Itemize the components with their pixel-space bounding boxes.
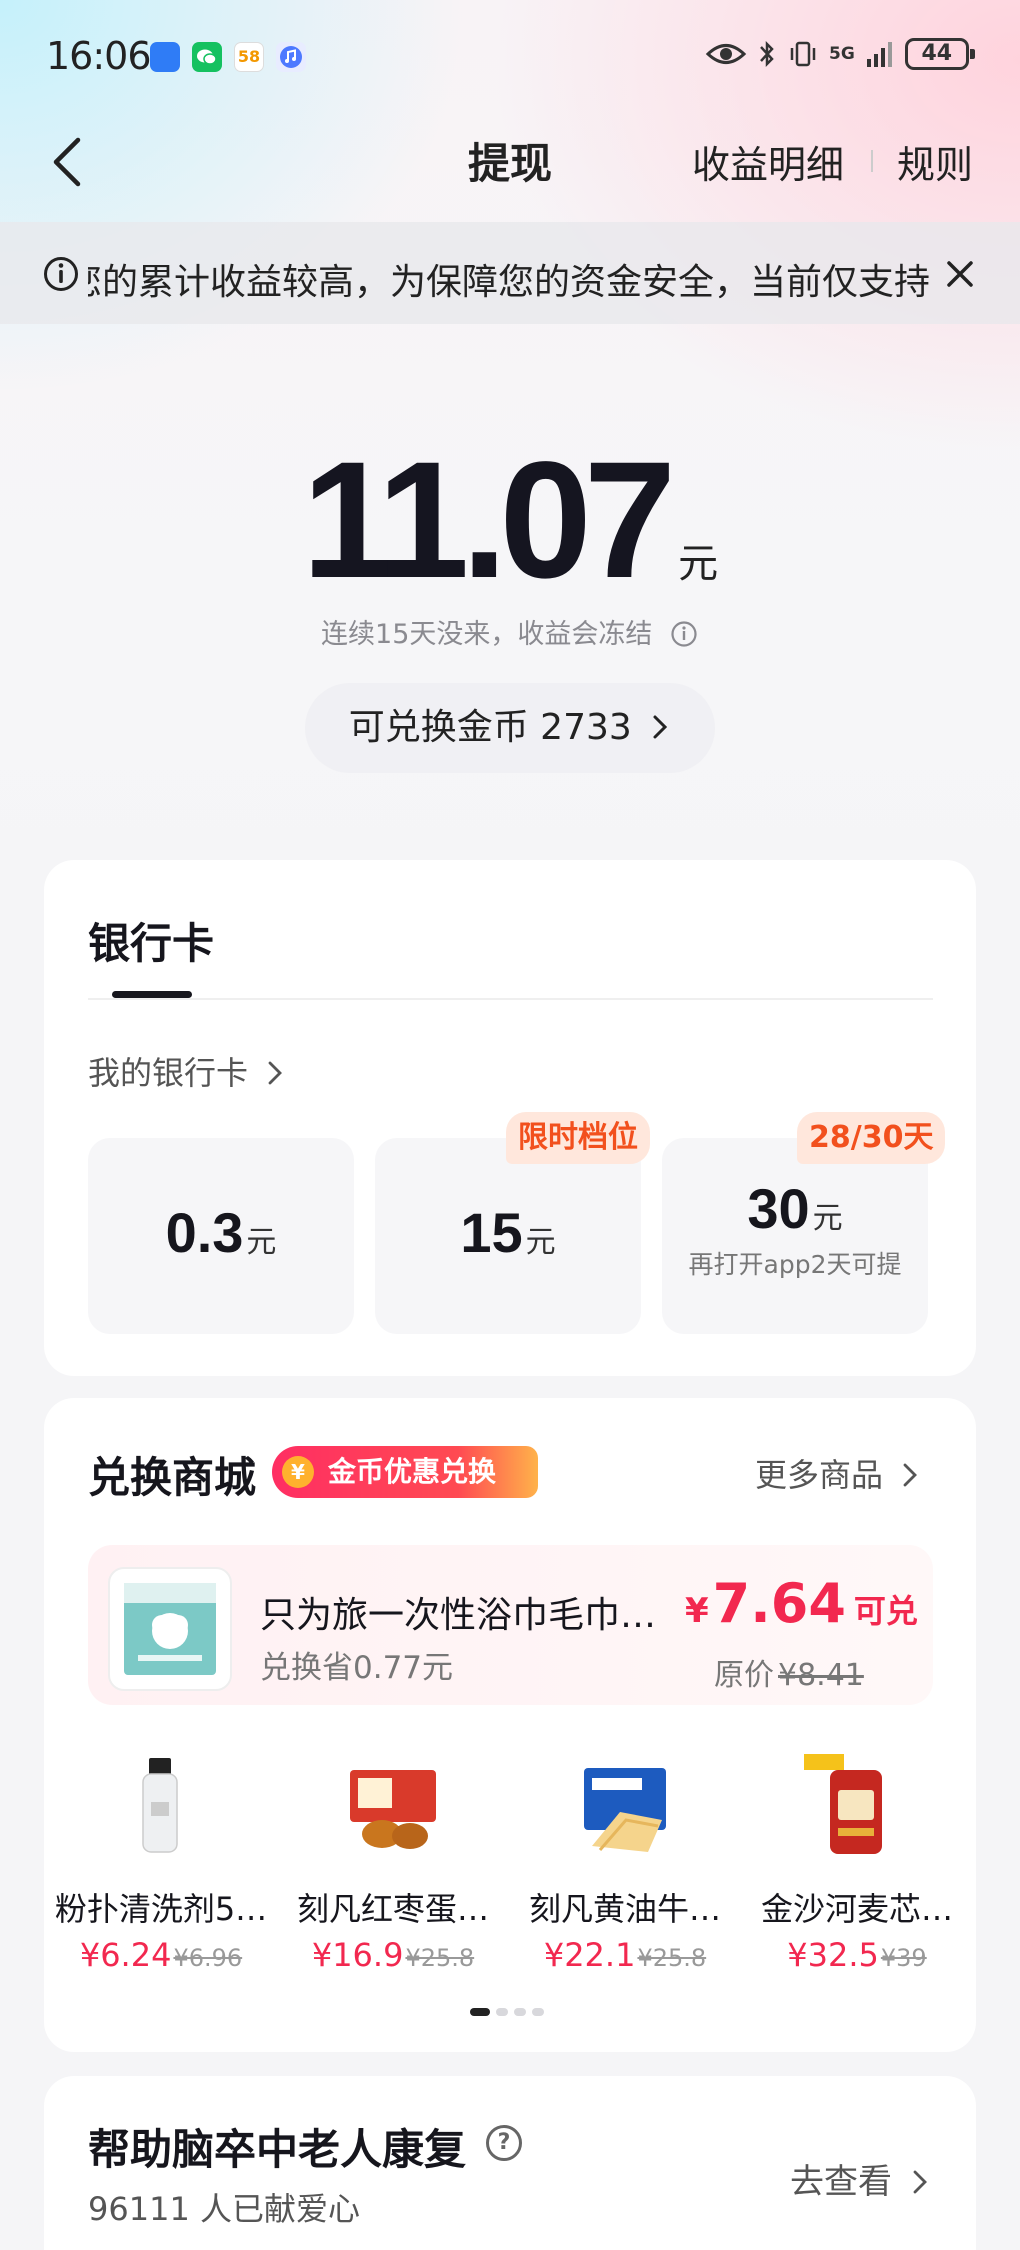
freeze-note: 连续15天没来，收益会冻结 xyxy=(0,612,1020,651)
option-value: 30 xyxy=(747,1177,810,1240)
product-image[interactable] xyxy=(800,1750,910,1860)
battery-indicator: 44 xyxy=(904,38,975,70)
pager-dot xyxy=(470,2008,490,2016)
eye-icon xyxy=(705,44,747,64)
coin-icon: ¥ xyxy=(282,1456,314,1488)
nav-divider xyxy=(871,150,873,172)
option-value: 0.3 xyxy=(165,1201,244,1264)
chevron-right-icon xyxy=(913,2170,927,2194)
product-current-price: ¥16.9 xyxy=(311,1936,404,1974)
wechat-icon xyxy=(192,42,222,72)
donor-count: 96111 人已献爱心 xyxy=(88,2190,360,2228)
product-price: ¥6.24¥6.96 xyxy=(48,1936,274,1974)
product-original-price: ¥39 xyxy=(880,1944,927,1972)
product-name: 刻凡红枣蛋… xyxy=(296,1890,489,1928)
withdraw-option-0.3[interactable]: 0.3 元 xyxy=(88,1138,354,1334)
original-price-label: 原价 xyxy=(714,1658,774,1693)
product-image[interactable] xyxy=(105,1750,215,1860)
carousel-pager xyxy=(470,2008,544,2016)
featured-original-price: 原价 ¥8.41 xyxy=(714,1650,864,1694)
product-price: ¥16.9¥25.8 xyxy=(280,1936,506,1974)
rules-link[interactable]: 规则 xyxy=(897,134,973,189)
balance-unit: 元 xyxy=(678,541,719,587)
price-currency: ¥ xyxy=(685,1591,709,1631)
product-price: ¥32.5¥39 xyxy=(744,1936,970,1974)
product-original-price: ¥25.8 xyxy=(405,1944,475,1972)
featured-product-image xyxy=(108,1567,232,1691)
income-detail-link[interactable]: 收益明细 xyxy=(692,134,844,189)
signal-icon xyxy=(866,42,892,67)
status-icons: 5G 44 xyxy=(705,38,975,70)
limited-tier-badge: 限时档位 xyxy=(506,1112,650,1164)
exchange-coins-button[interactable]: 可兑换金币 2733 xyxy=(305,683,715,773)
featured-product-name: 只为旅一次性浴巾毛巾… xyxy=(260,1595,657,1636)
product-original-price: ¥25.8 xyxy=(637,1944,707,1972)
58-icon: 58 xyxy=(234,42,264,72)
option-condition: 再打开app2天可提 xyxy=(688,1250,902,1279)
notice-text-content: 您的累计收益较高，为保障您的资金安全，当前仅支持 xyxy=(88,262,931,301)
notice-close-button[interactable] xyxy=(940,254,980,294)
page-title: 提现 xyxy=(467,139,552,188)
withdraw-option-15[interactable]: 15 元 xyxy=(375,1138,641,1334)
option-unit: 元 xyxy=(812,1201,843,1236)
option-unit: 元 xyxy=(525,1225,556,1260)
product-current-price: ¥32.5 xyxy=(787,1936,879,1974)
balance-amount: 11.07 元 xyxy=(0,438,1020,604)
product-current-price: ¥22.1 xyxy=(543,1936,636,1974)
my-bank-cards-link[interactable]: 我的银行卡 xyxy=(88,1048,286,1094)
progress-days-badge: 28/30天 xyxy=(797,1112,946,1164)
balance-value: 11.07 xyxy=(301,428,676,613)
tab-divider xyxy=(88,998,933,1000)
chevron-right-icon xyxy=(268,1061,283,1085)
chevron-right-icon xyxy=(653,715,668,739)
exchange-coins-label: 可兑换金币 2733 xyxy=(348,707,632,748)
option-unit: 元 xyxy=(246,1225,277,1260)
product-name: 金沙河麦芯… xyxy=(760,1890,953,1928)
app-blue-icon xyxy=(150,42,180,72)
music-icon xyxy=(276,42,306,72)
vibrate-icon xyxy=(790,41,816,67)
withdraw-option-30[interactable]: 30 元 再打开app2天可提 xyxy=(662,1138,928,1334)
product-name: 粉扑清洗剂5… xyxy=(54,1890,268,1928)
featured-product-saving: 兑换省0.77元 xyxy=(260,1650,454,1686)
mall-title: 兑换商城 xyxy=(88,1453,257,1502)
more-products-link[interactable]: 更多商品 xyxy=(755,1450,921,1496)
pager-dot xyxy=(532,2008,544,2016)
product-image[interactable] xyxy=(338,1750,448,1860)
chevron-right-icon xyxy=(903,1463,918,1487)
status-time: 16:06 xyxy=(46,34,152,78)
pager-dot xyxy=(496,2008,508,2016)
freeze-note-text: 连续15天没来，收益会冻结 xyxy=(321,619,653,650)
featured-product-price: ¥7.64 可兑 xyxy=(685,1572,918,1635)
product-image[interactable] xyxy=(570,1750,680,1860)
notice-text: 您的累计收益较高，为保障您的资金安全，当前仅支持 xyxy=(88,253,936,301)
pager-dot xyxy=(514,2008,526,2016)
charity-title: 帮助脑卒中老人康复 xyxy=(88,2125,467,2174)
view-charity-link[interactable]: 去查看 xyxy=(790,2154,931,2203)
product-name: 刻凡黄油牛… xyxy=(528,1890,721,1928)
price-suffix: 可兑 xyxy=(853,1592,918,1630)
info-icon[interactable] xyxy=(669,619,699,649)
help-question-icon[interactable]: ? xyxy=(486,2125,522,2161)
tab-bank-card[interactable]: 银行卡 xyxy=(88,910,214,971)
tab-active-indicator xyxy=(112,991,192,998)
info-icon xyxy=(42,255,80,297)
price-value: 7.64 xyxy=(712,1572,846,1635)
network-type: 5G xyxy=(829,43,855,64)
bluetooth-icon xyxy=(760,40,774,68)
option-value: 15 xyxy=(460,1201,523,1264)
my-bank-cards-label: 我的银行卡 xyxy=(88,1054,249,1092)
close-icon xyxy=(947,261,973,287)
original-price-value: ¥8.41 xyxy=(778,1658,864,1693)
product-price: ¥22.1¥25.8 xyxy=(512,1936,738,1974)
more-products-label: 更多商品 xyxy=(755,1456,884,1494)
view-charity-label: 去查看 xyxy=(790,2162,892,2202)
product-original-price: ¥6.96 xyxy=(173,1944,243,1972)
product-current-price: ¥6.24 xyxy=(79,1936,172,1974)
